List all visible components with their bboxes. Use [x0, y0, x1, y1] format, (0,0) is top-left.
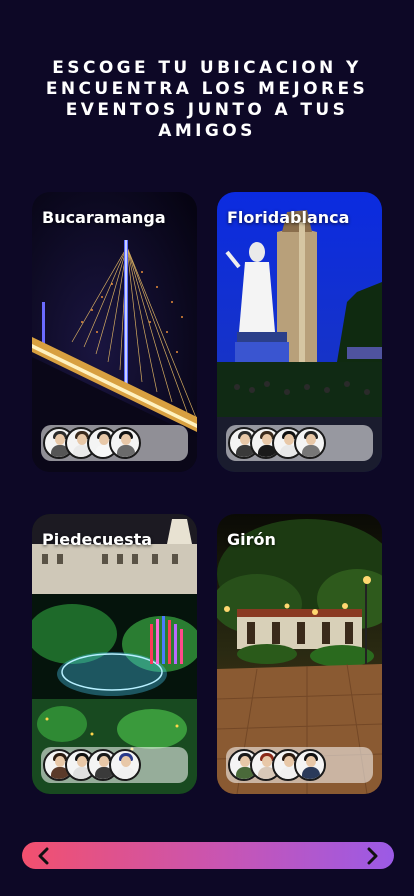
chevron-left-icon — [38, 847, 49, 865]
location-name: Girón — [227, 530, 276, 549]
location-name: Piedecuesta — [42, 530, 153, 549]
location-card-giron[interactable]: Girón — [217, 514, 382, 794]
pagination-bar — [22, 842, 394, 869]
location-name: Bucaramanga — [42, 208, 166, 227]
location-card-piedecuesta[interactable]: Piedecuesta — [32, 514, 197, 794]
location-card-bucaramanga[interactable]: Bucaramanga — [32, 192, 197, 472]
friend-avatar — [109, 749, 141, 781]
friends-avatars — [41, 425, 188, 461]
location-name: Floridablanca — [227, 208, 350, 227]
friends-avatars — [226, 747, 373, 783]
friend-avatar — [294, 427, 326, 459]
friends-avatars — [226, 425, 373, 461]
page-title: ESCOGE TU UBICACION Y ENCUENTRA LOS MEJO… — [45, 58, 369, 141]
chevron-right-icon — [367, 847, 378, 865]
friend-avatar — [294, 749, 326, 781]
prev-button[interactable] — [33, 845, 55, 867]
next-button[interactable] — [361, 845, 383, 867]
friend-avatar — [109, 427, 141, 459]
friends-avatars — [41, 747, 188, 783]
location-card-floridablanca[interactable]: Floridablanca — [217, 192, 382, 472]
